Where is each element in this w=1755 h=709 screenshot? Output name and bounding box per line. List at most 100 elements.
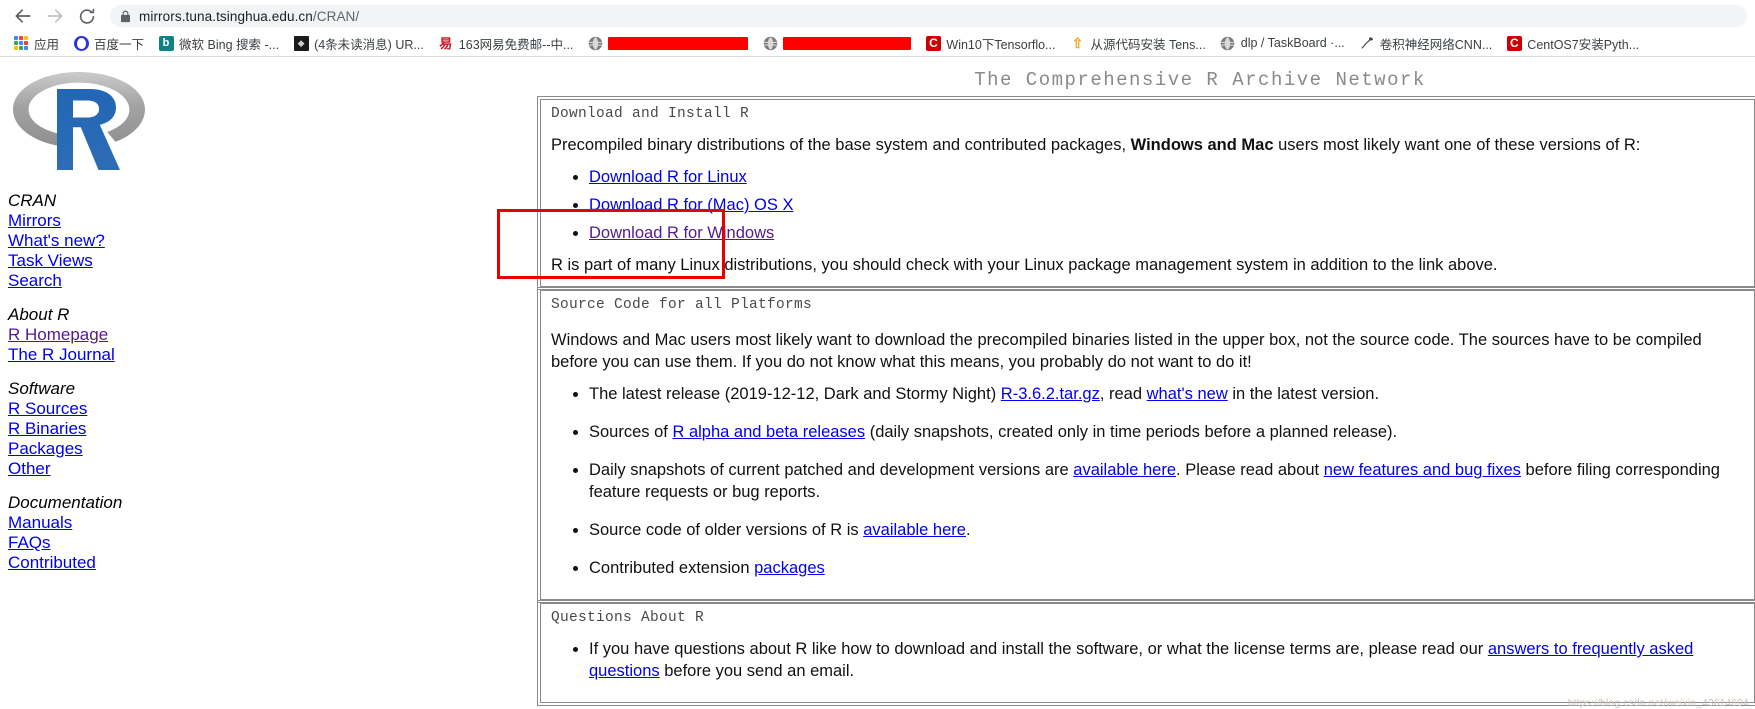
csdn-icon: C xyxy=(1506,35,1522,51)
globe-icon xyxy=(587,35,603,51)
bookmark-label: 微软 Bing 搜索 -... xyxy=(179,37,280,52)
bookmarks-bar: 应用 百度一下 b 微软 Bing 搜索 -... ◆ (4条未读消息) UR.… xyxy=(0,32,1755,56)
watermark-text: https://blog.csdn.net/weixin_43614694 xyxy=(1567,698,1749,709)
sidebar-group-documentation: Documentation Manuals FAQs Contributed xyxy=(8,493,208,573)
dark-favicon-icon: ◆ xyxy=(293,35,309,51)
download-intro-text: Precompiled binary distributions of the … xyxy=(551,136,1641,154)
bookmark-label: 应用 xyxy=(34,37,60,52)
bing-icon: b xyxy=(158,35,174,51)
bookmark-label: (4条未读消息) UR... xyxy=(314,37,424,52)
list-item: The latest release (2019-12-12, Dark and… xyxy=(589,383,1744,405)
globe-icon xyxy=(762,35,778,51)
r-tarball-link[interactable]: R-3.6.2.tar.gz xyxy=(1001,385,1100,403)
bookmark-label: CentOS7安装Pyth... xyxy=(1527,37,1640,52)
questions-bullets-list: If you have questions about R like how t… xyxy=(551,638,1744,682)
redacted-bookmark-label xyxy=(783,36,912,50)
bookmark-baidu[interactable]: 百度一下 xyxy=(66,32,151,55)
baidu-icon xyxy=(73,35,89,51)
browser-chrome: mirrors.tuna.tsinghua.edu.cn/CRAN/ 应用 百度… xyxy=(0,0,1755,57)
download-r-macosx-link[interactable]: Download R for (Mac) OS X xyxy=(589,196,793,214)
sidebar-group-software: Software R Sources R Binaries Packages O… xyxy=(8,379,208,479)
sidebar-item-the-r-journal[interactable]: The R Journal xyxy=(8,345,208,365)
source-code-box: Source Code for all Platforms Windows an… xyxy=(537,287,1755,603)
list-item: Download R for Windows xyxy=(589,222,1744,244)
bookmark-label: dlp / TaskBoard ·... xyxy=(1240,36,1345,50)
bookmark-label: 卷积神经网络CNN... xyxy=(1379,37,1493,52)
pen-icon xyxy=(1359,36,1375,51)
bookmark-label: 百度一下 xyxy=(94,37,145,52)
download-links-list: Download R for Linux Download R for (Mac… xyxy=(551,166,1744,244)
bookmark-source-install-tensorflow[interactable]: ⇧ 从源代码安装 Tens... xyxy=(1062,32,1212,55)
download-intro-bold: Windows and Mac xyxy=(1130,136,1274,154)
download-footer-text: R is part of many Linux distributions, y… xyxy=(551,256,1498,274)
csdn-icon: C xyxy=(925,35,941,51)
url-text: mirrors.tuna.tsinghua.edu.cn/CRAN/ xyxy=(139,8,360,24)
new-features-bug-fixes-link[interactable]: new features and bug fixes xyxy=(1324,461,1521,479)
download-r-linux-link[interactable]: Download R for Linux xyxy=(589,168,747,186)
daily-snapshots-link[interactable]: available here xyxy=(1073,461,1176,479)
sidebar-group-about-r: About R R Homepage The R Journal xyxy=(8,305,208,365)
lock-icon xyxy=(120,10,131,23)
sidebar-item-r-homepage[interactable]: R Homepage xyxy=(8,325,208,345)
source-intro-text: Windows and Mac users most likely want t… xyxy=(551,331,1702,371)
sidebar-item-search[interactable]: Search xyxy=(8,271,208,291)
sidebar-item-mirrors[interactable]: Mirrors xyxy=(8,211,208,231)
sidebar: CRAN Mirrors What's new? Task Views Sear… xyxy=(8,65,208,573)
bookmark-bing[interactable]: b 微软 Bing 搜索 -... xyxy=(151,32,286,55)
sidebar-item-manuals[interactable]: Manuals xyxy=(8,513,208,533)
source-bullets-list: The latest release (2019-12-12, Dark and… xyxy=(551,383,1744,579)
download-r-windows-link[interactable]: Download R for Windows xyxy=(589,224,774,242)
address-bar[interactable]: mirrors.tuna.tsinghua.edu.cn/CRAN/ xyxy=(110,5,1747,27)
bookmark-cnn-article[interactable]: 卷积神经网络CNN... xyxy=(1352,32,1500,55)
bookmark-redacted-1[interactable] xyxy=(580,33,755,53)
apps-grid-icon xyxy=(13,35,29,51)
contributed-packages-link[interactable]: packages xyxy=(754,559,825,577)
alpha-beta-releases-link[interactable]: R alpha and beta releases xyxy=(672,423,865,441)
list-item: If you have questions about R like how t… xyxy=(589,638,1744,682)
bookmark-redacted-2[interactable] xyxy=(755,33,918,53)
sidebar-heading: CRAN xyxy=(8,191,57,210)
bookmark-win10-tensorflow[interactable]: C Win10下Tensorflo... xyxy=(918,32,1062,55)
list-item: Daily snapshots of current patched and d… xyxy=(589,459,1744,503)
list-item: Source code of older versions of R is av… xyxy=(589,519,1744,541)
sidebar-item-whats-new[interactable]: What's new? xyxy=(8,231,208,251)
questions-about-r-box: Questions About R If you have questions … xyxy=(537,600,1755,706)
sidebar-heading: Documentation xyxy=(8,493,123,512)
orange-arrow-icon: ⇧ xyxy=(1071,35,1084,51)
box-legend: Download and Install R xyxy=(551,106,750,122)
bookmark-dlp-taskboard[interactable]: dlp / TaskBoard ·... xyxy=(1213,33,1352,53)
sidebar-group-cran: CRAN Mirrors What's new? Task Views Sear… xyxy=(8,191,208,291)
whats-new-link[interactable]: what's new xyxy=(1147,385,1228,403)
main-content: The Comprehensive R Archive Network Down… xyxy=(537,57,1755,706)
sidebar-heading: Software xyxy=(8,379,76,398)
sidebar-heading: About R xyxy=(8,305,70,324)
sidebar-item-r-binaries[interactable]: R Binaries xyxy=(8,419,208,439)
page-title: The Comprehensive R Archive Network xyxy=(974,69,1426,91)
list-item: Download R for (Mac) OS X xyxy=(589,194,1744,216)
list-item: Download R for Linux xyxy=(589,166,1744,188)
sidebar-item-contributed[interactable]: Contributed xyxy=(8,553,208,573)
sidebar-item-packages[interactable]: Packages xyxy=(8,439,208,459)
list-item: Contributed extension packages xyxy=(589,557,1744,579)
sidebar-item-faqs[interactable]: FAQs xyxy=(8,533,208,553)
page-content: CRAN Mirrors What's new? Task Views Sear… xyxy=(0,57,1755,709)
bookmark-label: Win10下Tensorflo... xyxy=(946,37,1056,52)
back-arrow-icon[interactable] xyxy=(8,1,38,31)
older-versions-link[interactable]: available here xyxy=(863,521,966,539)
bookmark-label: 从源代码安装 Tens... xyxy=(1090,37,1206,52)
box-legend: Source Code for all Platforms xyxy=(551,297,813,313)
bookmark-apps[interactable]: 应用 xyxy=(6,32,66,55)
sidebar-item-task-views[interactable]: Task Views xyxy=(8,251,208,271)
bookmark-163-mail[interactable]: 易 163网易免费邮--中... xyxy=(431,32,581,55)
bookmark-label: 163网易免费邮--中... xyxy=(458,37,574,52)
netease-mail-icon: 易 xyxy=(439,35,453,51)
box-legend: Questions About R xyxy=(551,610,705,626)
forward-arrow-icon[interactable] xyxy=(40,1,70,31)
bookmark-unread-messages[interactable]: ◆ (4条未读消息) UR... xyxy=(286,32,431,55)
sidebar-item-other[interactable]: Other xyxy=(8,459,208,479)
reload-icon[interactable] xyxy=(72,1,102,31)
sidebar-item-r-sources[interactable]: R Sources xyxy=(8,399,208,419)
bookmark-centos7-python[interactable]: C CentOS7安装Pyth... xyxy=(1499,32,1646,55)
list-item: Sources of R alpha and beta releases (da… xyxy=(589,421,1744,443)
r-project-logo xyxy=(10,65,148,177)
